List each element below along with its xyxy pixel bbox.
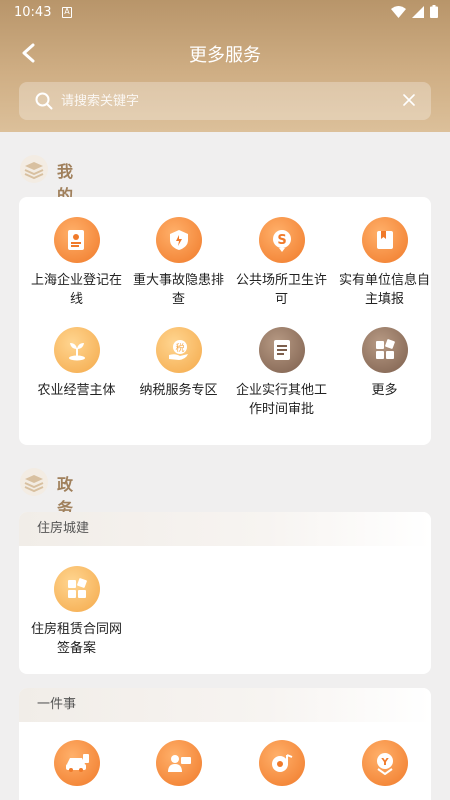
svg-text:S: S: [277, 233, 286, 248]
search-icon: [35, 92, 53, 110]
signal-icon: [412, 5, 424, 18]
service-one-thing-person[interactable]: [127, 740, 230, 786]
battery-icon: [430, 5, 438, 18]
id-card-icon: [53, 217, 100, 263]
wifi-icon: [391, 5, 406, 18]
clear-icon[interactable]: [403, 94, 415, 106]
service-work-time-approval[interactable]: 企业实行其他工作时间审批: [230, 327, 333, 419]
service-one-thing-music[interactable]: [230, 740, 333, 786]
service-label: 农业经营主体: [37, 383, 116, 398]
service-label: 纳税服务专区: [139, 383, 218, 398]
s-badge-icon: S: [258, 217, 305, 263]
tax-hand-icon: 税: [155, 327, 202, 373]
person-card-icon: [155, 740, 202, 786]
bookmark-doc-icon: [361, 217, 408, 263]
service-hazard-inspection[interactable]: 重大事故隐患排查: [127, 217, 230, 309]
service-agri-business[interactable]: 农业经营主体: [25, 327, 128, 400]
layers-icon: [20, 468, 48, 496]
yuan-shield-icon: Y: [361, 740, 408, 786]
sprout-icon: [53, 327, 100, 373]
layers-icon: [20, 155, 48, 183]
service-label: 实有单位信息自主填报: [338, 273, 430, 307]
service-public-hygiene-license[interactable]: S 公共场所卫生许可: [230, 217, 333, 309]
service-more[interactable]: 更多: [333, 327, 431, 400]
my-services-card: 上海企业登记在线 重大事故隐患排查 S 公共场所卫生许可 实有单位信息自主填报: [19, 197, 431, 445]
search-bar[interactable]: [19, 82, 431, 120]
service-enterprise-registration[interactable]: 上海企业登记在线: [25, 217, 128, 309]
document-icon: [258, 327, 305, 373]
svg-text:税: 税: [175, 342, 184, 354]
status-bar: 10:43 A: [0, 0, 450, 26]
service-one-thing-yuan[interactable]: Y: [333, 740, 431, 786]
svg-text:Y: Y: [380, 757, 389, 768]
system-icons: [391, 5, 438, 18]
group-card-housing: 住房城建 住房租赁合同网签备案: [19, 512, 431, 674]
service-label: 企业实行其他工作时间审批: [235, 383, 327, 417]
page-title: 更多服务: [189, 45, 261, 66]
nav-bar: 更多服务: [0, 30, 450, 76]
service-label: 上海企业登记在线: [30, 273, 122, 307]
notification-a-icon: A: [62, 7, 72, 18]
service-label: 住房租赁合同网签备案: [30, 622, 122, 656]
service-one-thing-car[interactable]: [25, 740, 128, 786]
group-card-one-thing: 一件事 Y: [19, 688, 431, 800]
service-label: 公共场所卫生许可: [235, 273, 327, 307]
service-label: 重大事故隐患排查: [132, 273, 224, 307]
service-unit-info-report[interactable]: 实有单位信息自主填报: [333, 217, 431, 309]
apps-grid-icon: [53, 566, 100, 612]
apps-grid-icon: [361, 327, 408, 373]
search-input[interactable]: [61, 82, 391, 120]
service-housing-lease-filing[interactable]: 住房租赁合同网签备案: [25, 566, 128, 658]
car-icon: [53, 740, 100, 786]
service-label: 更多: [371, 383, 398, 398]
service-tax-zone[interactable]: 税 纳税服务专区: [127, 327, 230, 400]
group-title-one-thing: 一件事: [19, 688, 431, 722]
music-disc-icon: [258, 740, 305, 786]
shield-alert-icon: [155, 217, 202, 263]
status-time: 10:43: [14, 5, 52, 20]
group-title-housing: 住房城建: [19, 512, 431, 546]
